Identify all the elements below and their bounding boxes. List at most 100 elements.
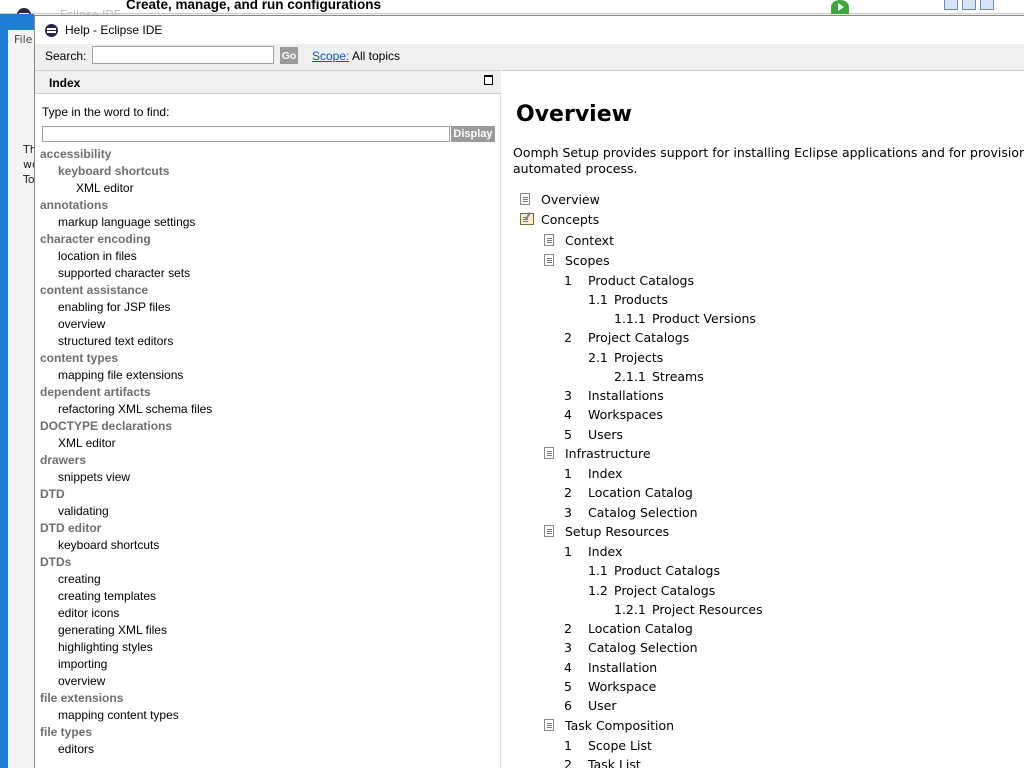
toc-item[interactable]: 3 Catalog Selection bbox=[502, 503, 1024, 522]
toc-item-label: Product Catalogs bbox=[614, 563, 720, 578]
toc-item[interactable]: 1.2.1 Project Resources bbox=[502, 600, 1024, 619]
index-entry[interactable]: overview bbox=[40, 673, 495, 690]
toc-item[interactable]: 6 User bbox=[502, 696, 1024, 715]
toc-item[interactable]: Setup Resources bbox=[502, 522, 1024, 541]
index-entry[interactable]: XML editor bbox=[40, 435, 495, 452]
toc-item[interactable]: Concepts bbox=[502, 210, 1024, 229]
toc-item[interactable]: 1 Scope List bbox=[502, 736, 1024, 755]
file-menu[interactable]: File bbox=[14, 33, 32, 46]
help-icon[interactable] bbox=[944, 0, 958, 10]
toc-item-label: Task Composition bbox=[565, 718, 675, 733]
toc-item-number: 1.2 bbox=[588, 583, 608, 598]
page-icon bbox=[544, 254, 554, 266]
go-button[interactable]: Go bbox=[280, 47, 298, 64]
book-icon bbox=[520, 213, 534, 225]
search-input[interactable] bbox=[92, 46, 274, 64]
index-entry[interactable]: mapping content types bbox=[40, 707, 495, 724]
page-title: Overview bbox=[516, 102, 632, 127]
index-entry[interactable]: accessibility bbox=[40, 146, 495, 163]
index-entry[interactable]: editors bbox=[40, 741, 495, 758]
index-entry[interactable]: file extensions bbox=[40, 690, 495, 707]
toc-item-label: Infrastructure bbox=[565, 446, 651, 461]
toc-item-label: Projects bbox=[614, 350, 664, 365]
toc-item-number: 3 bbox=[564, 388, 572, 403]
toc-item[interactable]: 3 Catalog Selection bbox=[502, 638, 1024, 657]
index-entry[interactable]: annotations bbox=[40, 197, 495, 214]
index-entry[interactable]: drawers bbox=[40, 452, 495, 469]
index-entry[interactable]: DOCTYPE declarations bbox=[40, 418, 495, 435]
toc-item[interactable]: 3 Installations bbox=[502, 386, 1024, 405]
index-entry[interactable]: mapping file extensions bbox=[40, 367, 495, 384]
save-icon[interactable] bbox=[980, 0, 994, 10]
index-entry[interactable]: editor icons bbox=[40, 605, 495, 622]
index-entry[interactable]: creating bbox=[40, 571, 495, 588]
toc-item-number: 6 bbox=[564, 698, 572, 713]
toc-item[interactable]: 1.2 Project Catalogs bbox=[502, 581, 1024, 600]
find-input[interactable] bbox=[42, 126, 450, 142]
toc-item[interactable]: 1 Index bbox=[502, 542, 1024, 561]
toc-item[interactable]: 5 Workspace bbox=[502, 677, 1024, 696]
index-entry[interactable]: generating XML files bbox=[40, 622, 495, 639]
run-icon[interactable] bbox=[831, 0, 849, 14]
index-entry[interactable]: DTDs bbox=[40, 554, 495, 571]
toc-item[interactable]: 1 Index bbox=[502, 464, 1024, 483]
index-entry[interactable]: refactoring XML schema files bbox=[40, 401, 495, 418]
scope-link[interactable]: Scope: bbox=[312, 49, 349, 63]
toc-item[interactable]: 2 Task List bbox=[502, 755, 1024, 768]
toc-item-label: Task List bbox=[588, 757, 641, 768]
index-entry[interactable]: DTD editor bbox=[40, 520, 495, 537]
toc-item-number: 1 bbox=[564, 544, 572, 559]
toc-item-number: 1 bbox=[564, 738, 572, 753]
index-entry[interactable]: importing bbox=[40, 656, 495, 673]
index-entry[interactable]: supported character sets bbox=[40, 265, 495, 282]
settings-icon[interactable] bbox=[962, 0, 976, 10]
toc-item[interactable]: Overview bbox=[502, 190, 1024, 209]
index-entry[interactable]: dependent artifacts bbox=[40, 384, 495, 401]
display-button[interactable]: Display bbox=[451, 126, 495, 142]
index-entry[interactable]: overview bbox=[40, 316, 495, 333]
toc-item[interactable]: Context bbox=[502, 231, 1024, 250]
toc-item[interactable]: 2.1.1 Streams bbox=[502, 367, 1024, 386]
toc-item[interactable]: 1.1 Product Catalogs bbox=[502, 561, 1024, 580]
index-entry[interactable]: enabling for JSP files bbox=[40, 299, 495, 316]
index-entry[interactable]: XML editor bbox=[40, 180, 495, 197]
index-entry[interactable]: DTD bbox=[40, 486, 495, 503]
toc-item[interactable]: 1.1.1 Product Versions bbox=[502, 309, 1024, 328]
toc-item-number: 1.1 bbox=[588, 563, 608, 578]
index-entry[interactable]: validating bbox=[40, 503, 495, 520]
index-entry[interactable]: snippets view bbox=[40, 469, 495, 486]
toc-item-label: Location Catalog bbox=[588, 621, 693, 636]
toc-item-label: Index bbox=[588, 544, 623, 559]
toc-item[interactable]: 4 Installation bbox=[502, 658, 1024, 677]
toc-item[interactable]: 5 Users bbox=[502, 425, 1024, 444]
background-text-fragment: To bbox=[23, 173, 35, 186]
page-icon bbox=[544, 447, 554, 459]
index-entry[interactable]: keyboard shortcuts bbox=[40, 537, 495, 554]
toc-item[interactable]: 1.1 Products bbox=[502, 290, 1024, 309]
toc-item-label: Location Catalog bbox=[588, 485, 693, 500]
toc-item[interactable]: 2 Location Catalog bbox=[502, 619, 1024, 638]
index-entry[interactable]: location in files bbox=[40, 248, 495, 265]
toc-item[interactable]: 1 Product Catalogs bbox=[502, 271, 1024, 290]
toc-item[interactable]: Scopes bbox=[502, 251, 1024, 270]
toc-item-number: 3 bbox=[564, 640, 572, 655]
toc-item[interactable]: 2 Location Catalog bbox=[502, 483, 1024, 502]
index-entry[interactable]: file types bbox=[40, 724, 495, 741]
maximize-icon[interactable] bbox=[484, 75, 493, 85]
toc-item[interactable]: 2.1 Projects bbox=[502, 348, 1024, 367]
toc-item[interactable]: 4 Workspaces bbox=[502, 405, 1024, 424]
index-entry[interactable]: structured text editors bbox=[40, 333, 495, 350]
toc-item[interactable]: Infrastructure bbox=[502, 444, 1024, 463]
index-entry[interactable]: keyboard shortcuts bbox=[40, 163, 495, 180]
page-icon bbox=[544, 719, 554, 731]
toc-item-number: 2.1 bbox=[588, 350, 608, 365]
toc-item[interactable]: 2 Project Catalogs bbox=[502, 328, 1024, 347]
index-entry[interactable]: markup language settings bbox=[40, 214, 495, 231]
help-titlebar[interactable]: Help - Eclipse IDE bbox=[35, 16, 1024, 44]
toc-item[interactable]: Task Composition bbox=[502, 716, 1024, 735]
index-entry[interactable]: content assistance bbox=[40, 282, 495, 299]
index-entry[interactable]: highlighting styles bbox=[40, 639, 495, 656]
index-entry[interactable]: creating templates bbox=[40, 588, 495, 605]
index-entry[interactable]: content types bbox=[40, 350, 495, 367]
index-entry[interactable]: character encoding bbox=[40, 231, 495, 248]
